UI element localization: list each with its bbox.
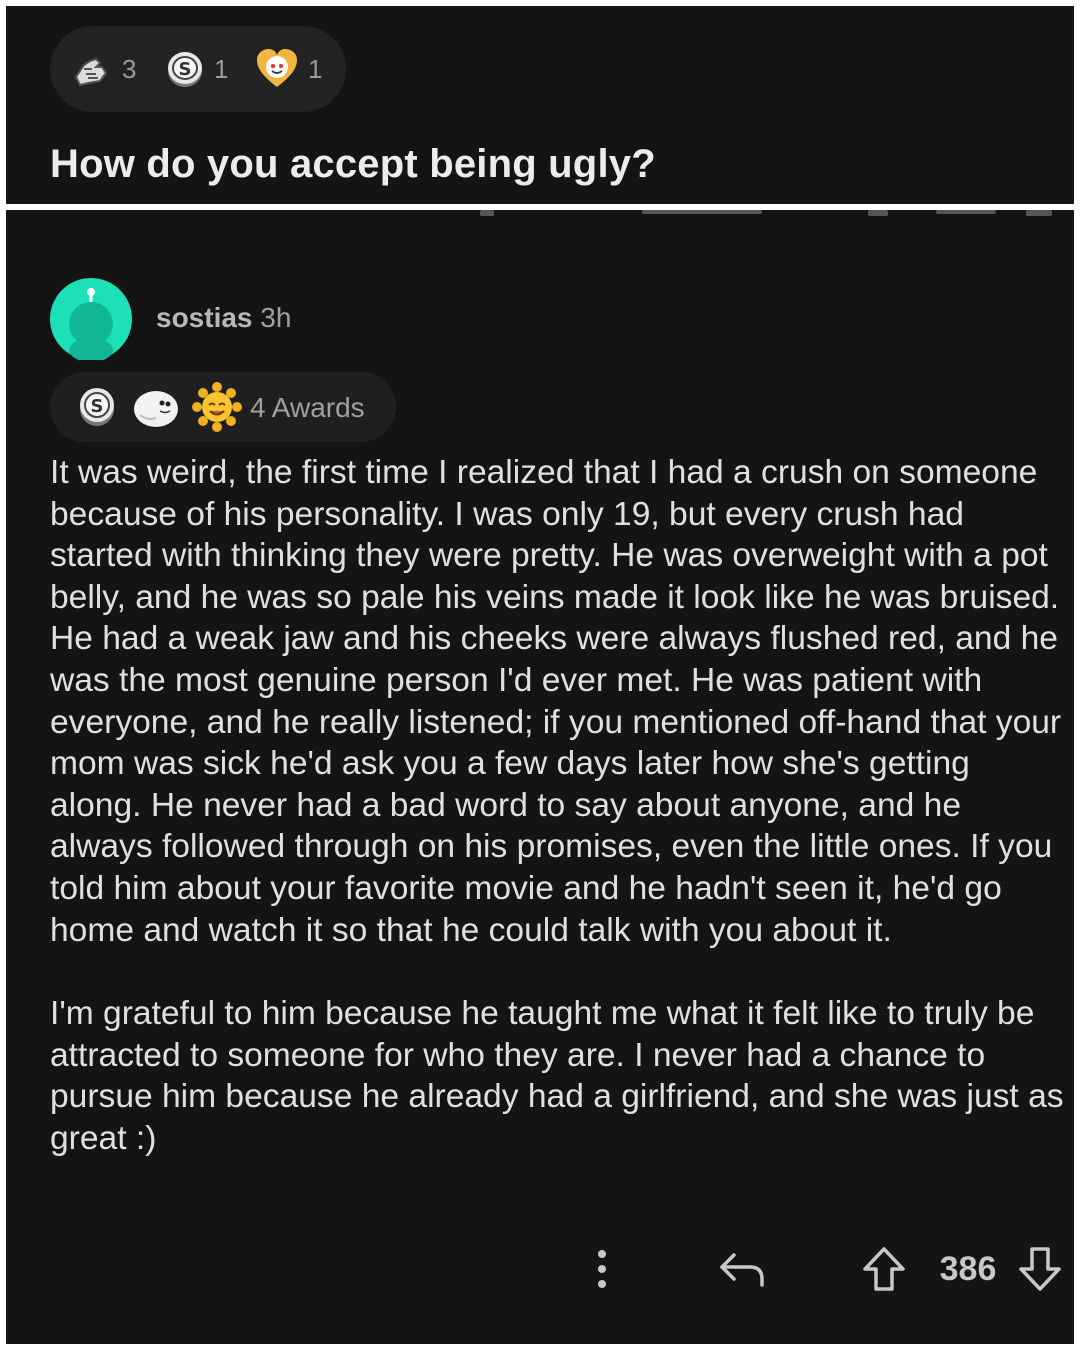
cutoff-toolbar-fragment	[936, 210, 996, 214]
award-count: 3	[122, 53, 137, 84]
score-value: 386	[939, 1249, 997, 1288]
post-title[interactable]: How do you accept being ugly?	[50, 142, 656, 187]
post-awards-bar[interactable]: 3 S 1 1	[50, 26, 346, 112]
comment-paragraph: It was weird, the first time I realized …	[50, 454, 1062, 949]
post-header-panel: 3 S 1 1 How do you accept being ugly?	[6, 6, 1074, 204]
cutoff-toolbar-fragment	[480, 210, 494, 216]
sunflower-award-icon	[192, 382, 242, 432]
downvote-button[interactable]	[1012, 1234, 1068, 1304]
comment-action-bar: 386	[6, 1234, 1074, 1304]
author-name[interactable]: sostias	[156, 302, 253, 333]
award-silver[interactable]: S 1	[164, 26, 228, 112]
more-options-icon	[598, 1250, 606, 1288]
reply-button[interactable]	[714, 1234, 770, 1304]
avatar[interactable]	[50, 278, 132, 360]
comment-panel: sostias 3h S 4 Awards It was weird, the …	[6, 210, 1074, 1344]
cutoff-toolbar-fragment	[868, 210, 888, 216]
awards-count-label: 4 Awards	[250, 392, 365, 423]
award-count: 1	[308, 53, 323, 84]
more-options-button[interactable]	[582, 1234, 622, 1304]
wholesome-heart-award-icon	[257, 49, 297, 87]
downvote-icon	[1019, 1247, 1061, 1291]
silver-coin-award-icon: S	[80, 388, 114, 426]
award-count: 1	[214, 53, 229, 84]
svg-text:S: S	[179, 59, 192, 80]
vote-score: 386	[920, 1234, 1016, 1304]
comment-age: 3h	[260, 302, 292, 333]
upvote-button[interactable]	[856, 1234, 912, 1304]
reply-icon	[720, 1253, 764, 1287]
comment-awards-bar[interactable]: S 4 Awards	[50, 372, 396, 442]
silver-coin-award-icon: S	[168, 52, 202, 87]
comment-author-line: sostias 3h	[156, 302, 291, 334]
comment-body: It was weird, the first time I realized …	[50, 452, 1065, 1160]
upvote-icon	[863, 1247, 905, 1291]
cutoff-toolbar-fragment	[1026, 210, 1052, 216]
comment-paragraph: I'm grateful to him because he taught me…	[50, 995, 1064, 1157]
award-wholesome[interactable]: 1	[254, 26, 322, 112]
wholesome-seal-award-icon	[134, 391, 178, 427]
award-arm-wrestle[interactable]: 3	[70, 26, 136, 112]
cutoff-toolbar-fragment	[642, 210, 762, 214]
svg-text:S: S	[91, 396, 104, 417]
arm-wrestle-award-icon	[74, 57, 108, 87]
